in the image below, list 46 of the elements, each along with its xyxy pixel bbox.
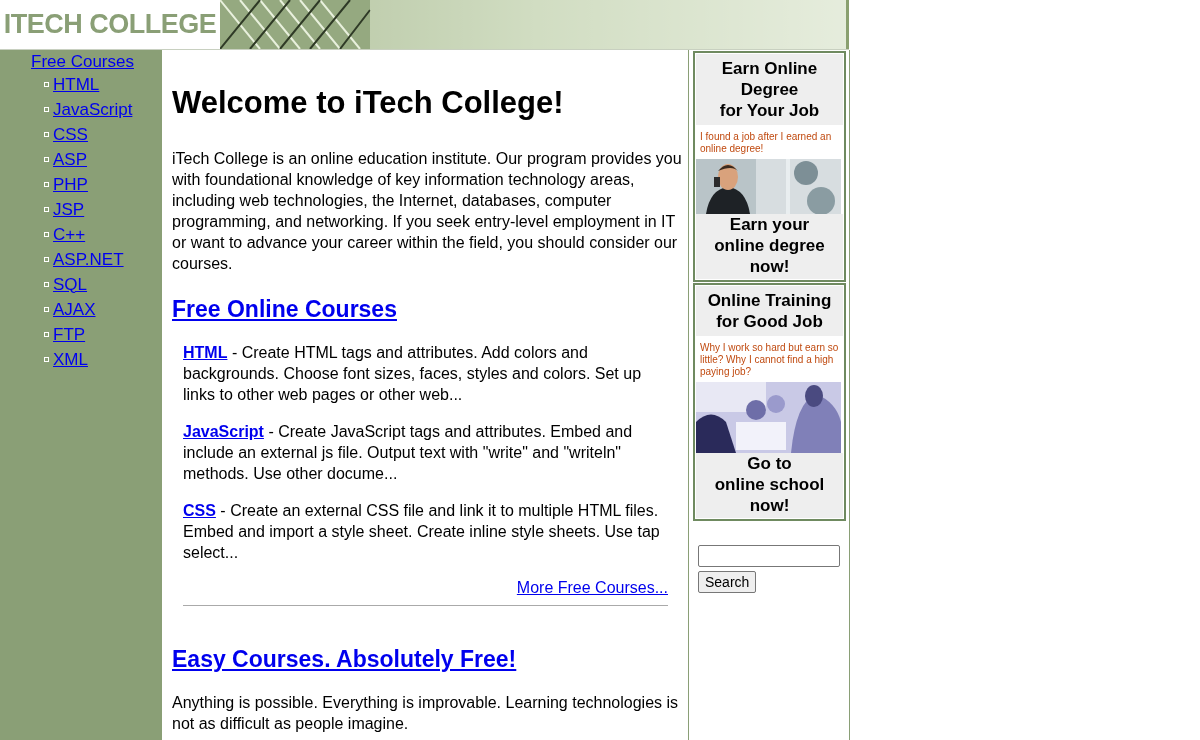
more-courses-link[interactable]: More Free Courses... xyxy=(516,579,668,596)
bullet-icon xyxy=(44,257,49,262)
sidebar-link[interactable]: JSP xyxy=(53,199,85,220)
course-description: CSS - Create an external CSS file and link it to multiple HTML files. Embed and import a style sheet. Create inline style sheets. Use tap select... xyxy=(183,501,661,563)
bullet-icon xyxy=(44,107,49,112)
sidebar-link[interactable]: AJAX xyxy=(53,299,96,320)
ad-title: Earn Online Degree for Your Job xyxy=(696,54,843,125)
bullet-icon xyxy=(44,232,49,237)
bullet-icon xyxy=(44,207,49,212)
sidebar-link[interactable]: C++ xyxy=(53,224,86,245)
search-field[interactable] xyxy=(698,545,840,567)
section-text: Anything is possible. Everything is improvable. Learning technologies is not as difficult as people imagine. xyxy=(172,693,680,734)
search-button[interactable]: Search xyxy=(698,571,757,593)
bullet-icon xyxy=(44,82,49,87)
sidebar-link[interactable]: SQL xyxy=(53,274,88,295)
bullet-icon xyxy=(44,132,49,137)
bullet-icon xyxy=(44,282,49,287)
ad-caption: Why I work so hard but earn so little? Why I cannot find a high paying job? xyxy=(699,341,840,379)
sidebar-heading-link[interactable]: Free Courses xyxy=(0,50,162,72)
intro-text: iTech College is an online education institute. Our program provides you with foundational knowledge of key information technology areas, including web technologies, the Internet, databases, computer programming, and networking. If you seek entry-level employment in IT or want to advance your career within the field, you should consider our courses. xyxy=(172,149,683,274)
sidebar-link[interactable]: ASP xyxy=(53,149,88,170)
bullet-icon xyxy=(44,307,49,312)
sidebar-link[interactable]: ASP.NET xyxy=(53,249,124,270)
course-link[interactable]: HTML xyxy=(183,344,228,361)
sidebar-link[interactable]: CSS xyxy=(53,124,88,145)
section-heading-link[interactable]: Free Online Courses xyxy=(172,296,397,322)
sidebar-link[interactable]: PHP xyxy=(53,174,88,195)
sidebar-link[interactable]: XML xyxy=(53,349,88,370)
page-title: Welcome to iTech College! xyxy=(172,84,565,122)
ad-title: Online Training for Good Job xyxy=(696,286,843,336)
bullet-icon xyxy=(44,157,49,162)
bullet-icon xyxy=(44,332,49,337)
sidebar-link[interactable]: HTML xyxy=(53,74,100,95)
bullet-icon xyxy=(44,357,49,362)
site-logo: ITECH COLLEGE xyxy=(2,8,218,41)
course-link[interactable]: JavaScript xyxy=(183,423,264,440)
sidebar-link[interactable]: JavaScript xyxy=(53,99,133,120)
bullet-icon xyxy=(44,182,49,187)
course-link[interactable]: CSS xyxy=(183,502,216,519)
course-description: HTML - Create HTML tags and attributes. Add colors and backgrounds. Choose font sizes, faces, styles and colors. Set up links to other web pages or other web... xyxy=(183,343,643,405)
ad-call-to-action: Earn your online degree now! xyxy=(696,214,843,279)
sidebar-link[interactable]: FTP xyxy=(53,324,86,345)
ad-caption: I found a job after I earned an online degree! xyxy=(699,130,833,156)
ad-call-to-action: Go to online school now! xyxy=(696,453,843,518)
course-description: JavaScript - Create JavaScript tags and attributes. Embed and include an external js file. Output text with "write" and "writeln" methods. Use other docume... xyxy=(183,422,634,484)
section-heading-link[interactable]: Easy Courses. Absolutely Free! xyxy=(172,646,517,672)
